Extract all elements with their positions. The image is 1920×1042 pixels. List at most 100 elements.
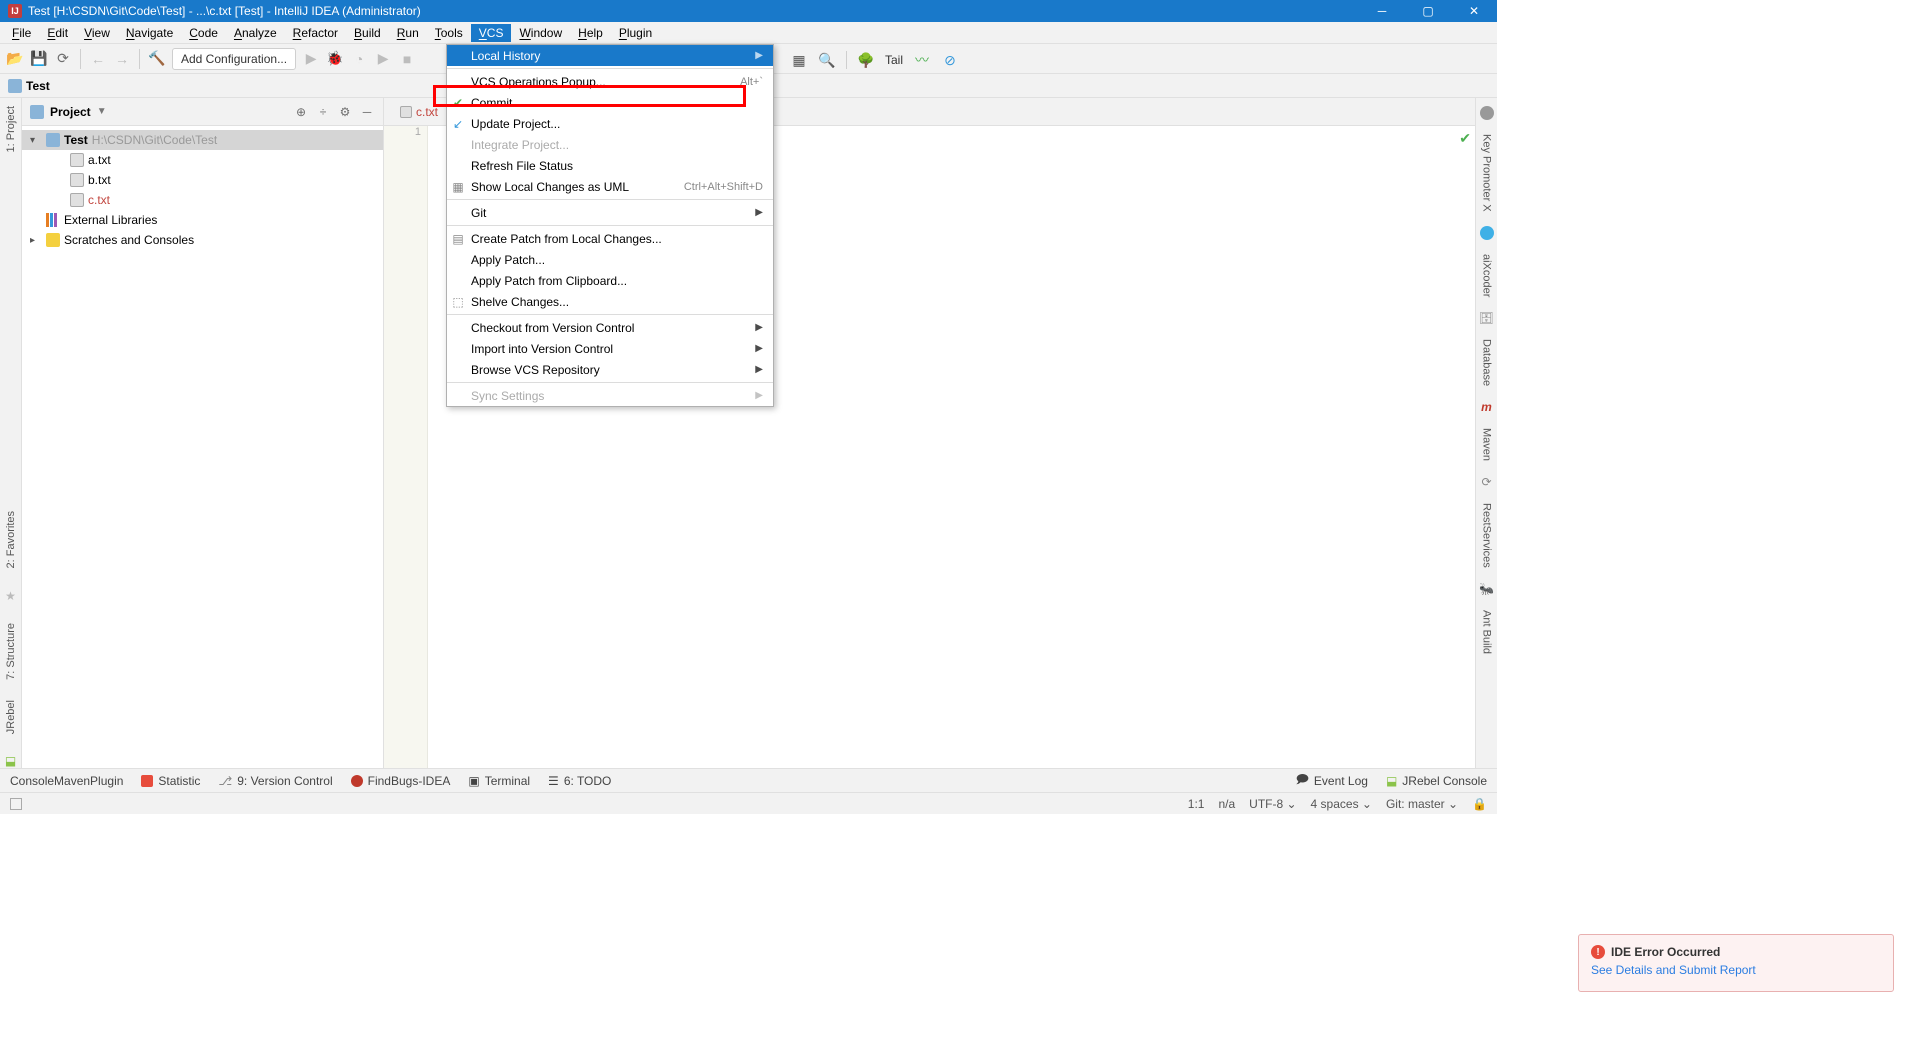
vcs-item-apply-patch[interactable]: Apply Patch... xyxy=(447,249,773,270)
project-title[interactable]: Project xyxy=(50,105,91,119)
tool-database[interactable]: Database xyxy=(1481,339,1493,386)
editor-tab[interactable]: c.txt xyxy=(392,100,446,124)
tree-file[interactable]: a.txt xyxy=(22,150,383,170)
bottom-findbugs[interactable]: FindBugs-IDEA xyxy=(351,774,451,788)
notif-link[interactable]: See Details and Submit Report xyxy=(1591,963,1881,977)
lock-icon[interactable]: 🔒 xyxy=(1472,797,1487,811)
bottom-statistic[interactable]: Statistic xyxy=(141,774,200,788)
maximize-button[interactable]: ▢ xyxy=(1405,0,1451,22)
forward-icon[interactable]: → xyxy=(113,50,131,68)
tool-antbuild[interactable]: Ant Build xyxy=(1481,610,1493,654)
statistic-icon xyxy=(141,775,153,787)
vcs-item-git[interactable]: Git▶ xyxy=(447,202,773,223)
tool-favorites[interactable]: 2: Favorites xyxy=(5,511,17,568)
menu-item-label: Shelve Changes... xyxy=(471,295,763,309)
vcs-item-local-history[interactable]: Local History▶ xyxy=(447,45,773,66)
stop-icon[interactable]: ■ xyxy=(398,50,416,68)
bottom-vcs[interactable]: ⎇9: Version Control xyxy=(218,774,332,788)
vcs-item-update-project[interactable]: ↙Update Project... xyxy=(447,113,773,134)
tree-scratches[interactable]: ▸ Scratches and Consoles xyxy=(22,230,383,250)
vcs-item-refresh-file-status[interactable]: Refresh File Status xyxy=(447,155,773,176)
vcs-item-commit[interactable]: ✔Commit... xyxy=(447,92,773,113)
run-config-dropdown[interactable]: Add Configuration... xyxy=(172,48,296,70)
divide-icon[interactable]: ÷ xyxy=(315,104,331,120)
menu-file[interactable]: File xyxy=(4,24,39,42)
menu-item-label: Browse VCS Repository xyxy=(471,363,755,377)
collapse-icon[interactable]: ─ xyxy=(359,104,375,120)
bottom-consolemaven[interactable]: ConsoleMavenPlugin xyxy=(10,774,123,788)
status-pos[interactable]: 1:1 xyxy=(1188,797,1205,811)
tree-file[interactable]: b.txt xyxy=(22,170,383,190)
tree-ext-libs[interactable]: External Libraries xyxy=(22,210,383,230)
tool-jrebel[interactable]: JRebel xyxy=(5,700,17,734)
rest-icon: ⟳ xyxy=(1481,475,1491,489)
menu-navigate[interactable]: Navigate xyxy=(118,24,181,42)
no-entry-icon[interactable]: ⊘ xyxy=(941,51,959,69)
minimize-button[interactable]: ─ xyxy=(1359,0,1405,22)
tool-structure[interactable]: 7: Structure xyxy=(5,623,17,680)
status-indent[interactable]: 4 spaces ⌄ xyxy=(1311,797,1372,811)
menu-code[interactable]: Code xyxy=(181,24,226,42)
check-icon: ✔ xyxy=(451,96,465,110)
status-encoding[interactable]: UTF-8 ⌄ xyxy=(1249,797,1296,811)
tool-restservices[interactable]: RestServices xyxy=(1481,503,1493,568)
save-icon[interactable]: 💾 xyxy=(30,50,48,68)
tree-file[interactable]: c.txt xyxy=(22,190,383,210)
vcs-item-shelve-changes[interactable]: ⬚Shelve Changes... xyxy=(447,291,773,312)
bottom-terminal[interactable]: ▣Terminal xyxy=(468,774,530,788)
status-git[interactable]: Git: master ⌄ xyxy=(1386,797,1458,811)
tree-icon[interactable]: 🌳 xyxy=(857,51,875,69)
vcs-item-create-patch-from-local-changes[interactable]: ▤Create Patch from Local Changes... xyxy=(447,228,773,249)
hammer-icon[interactable]: 🔨 xyxy=(148,50,166,68)
menu-edit[interactable]: Edit xyxy=(39,24,76,42)
target-icon[interactable]: ⊕ xyxy=(293,104,309,120)
root-path: H:\CSDN\Git\Code\Test xyxy=(92,133,217,147)
vcs-item-checkout-from-version-control[interactable]: Checkout from Version Control▶ xyxy=(447,317,773,338)
menu-tools[interactable]: Tools xyxy=(427,24,471,42)
bottom-eventlog[interactable]: 🗩Event Log xyxy=(1296,770,1368,791)
open-icon[interactable]: 📂 xyxy=(6,50,24,68)
run-dashboard-icon[interactable]: ▦ xyxy=(790,51,808,69)
profile-icon[interactable]: ▶ xyxy=(374,50,392,68)
gear-icon[interactable]: ⚙ xyxy=(337,104,353,120)
menu-view[interactable]: View xyxy=(76,24,118,42)
statusbar: 1:1 n/a UTF-8 ⌄ 4 spaces ⌄ Git: master ⌄… xyxy=(0,792,1497,814)
tail-label[interactable]: Tail xyxy=(885,53,903,67)
close-button[interactable]: ✕ xyxy=(1451,0,1497,22)
sync-icon[interactable]: ⟳ xyxy=(54,50,72,68)
tool-project[interactable]: 1: Project xyxy=(5,106,17,152)
vcs-item-vcs-operations-popup[interactable]: VCS Operations Popup...Alt+` xyxy=(447,71,773,92)
vcs-item-sync-settings: Sync Settings▶ xyxy=(447,385,773,406)
bottom-todo[interactable]: ☰6: TODO xyxy=(548,774,611,788)
menu-build[interactable]: Build xyxy=(346,24,389,42)
menu-refactor[interactable]: Refactor xyxy=(285,24,346,42)
search-icon[interactable]: 🔍 xyxy=(818,51,836,69)
vcs-item-browse-vcs-repository[interactable]: Browse VCS Repository▶ xyxy=(447,359,773,380)
menu-help[interactable]: Help xyxy=(570,24,611,42)
menu-analyze[interactable]: Analyze xyxy=(226,24,285,42)
chart-icon[interactable]: 〰 xyxy=(913,51,931,69)
tree-root[interactable]: ▾ Test H:\CSDN\Git\Code\Test xyxy=(22,130,383,150)
debug-icon[interactable]: 🐞 xyxy=(326,50,344,68)
shortcut-label: Alt+` xyxy=(740,76,763,88)
run-icon[interactable]: ▶ xyxy=(302,50,320,68)
dropdown-icon[interactable]: ▼ xyxy=(97,106,107,117)
vcs-item-apply-patch-from-clipboard[interactable]: Apply Patch from Clipboard... xyxy=(447,270,773,291)
menu-run[interactable]: Run xyxy=(389,24,427,42)
status-na[interactable]: n/a xyxy=(1218,797,1235,811)
tool-keypromoter[interactable]: Key Promoter X xyxy=(1481,134,1493,212)
back-icon[interactable]: ← xyxy=(89,50,107,68)
menu-item-label: Integrate Project... xyxy=(471,138,763,152)
menu-plugin[interactable]: Plugin xyxy=(611,24,660,42)
status-box-icon[interactable] xyxy=(10,798,22,810)
coverage-icon[interactable]: ◔ xyxy=(350,50,368,68)
tool-aixcoder[interactable]: aiXcoder xyxy=(1481,254,1493,297)
breadcrumb-root[interactable]: Test xyxy=(26,79,50,93)
vcs-item-show-local-changes-as-uml[interactable]: ▦Show Local Changes as UMLCtrl+Alt+Shift… xyxy=(447,176,773,197)
vcs-item-import-into-version-control[interactable]: Import into Version Control▶ xyxy=(447,338,773,359)
bottom-jrebel[interactable]: ⬓JRebel Console xyxy=(1386,774,1487,788)
tool-maven[interactable]: Maven xyxy=(1481,428,1493,461)
menu-window[interactable]: Window xyxy=(511,24,570,42)
menu-vcs[interactable]: VCS xyxy=(471,24,512,42)
menu-item-label: VCS Operations Popup... xyxy=(471,75,740,89)
